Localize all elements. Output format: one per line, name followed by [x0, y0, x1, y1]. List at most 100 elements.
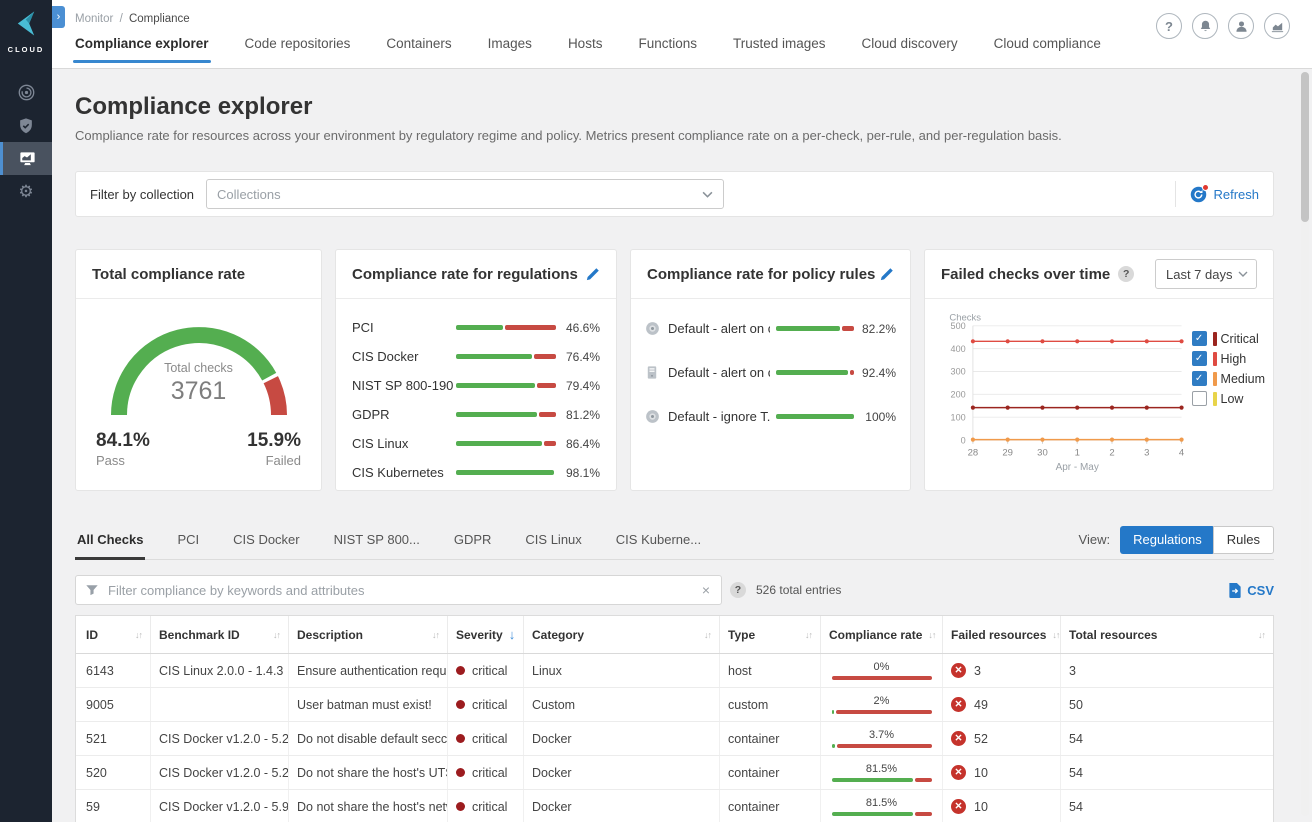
- edit-pencil-icon[interactable]: [879, 267, 894, 282]
- column-header-benchmark-id[interactable]: Benchmark ID↓↑: [151, 616, 289, 653]
- cell-description: User batman must exist!: [289, 688, 448, 721]
- legend-item-low[interactable]: Low: [1192, 391, 1265, 406]
- sidebar-item-shield[interactable]: [0, 109, 52, 142]
- column-header-id[interactable]: ID↓↑: [76, 616, 151, 653]
- legend-checkbox[interactable]: ✓: [1192, 331, 1207, 346]
- tab-trusted-images[interactable]: Trusted images: [733, 36, 826, 63]
- regulation-row-nist-sp-800-190[interactable]: NIST SP 800-19079.4%: [352, 371, 600, 400]
- column-header-category[interactable]: Category↓↑: [524, 616, 720, 653]
- legend-checkbox[interactable]: [1192, 391, 1207, 406]
- check-tab-cis-kuberne[interactable]: CIS Kuberne...: [614, 524, 703, 559]
- column-header-type[interactable]: Type↓↑: [720, 616, 821, 653]
- legend-item-high[interactable]: ✓High: [1192, 351, 1265, 366]
- check-tab-cis-linux[interactable]: CIS Linux: [523, 524, 583, 559]
- legend-checkbox[interactable]: ✓: [1192, 351, 1207, 366]
- regulation-row-gdpr[interactable]: GDPR81.2%: [352, 400, 600, 429]
- cell-failed-resources: ✕49: [943, 688, 1061, 721]
- monitor-icon: [18, 149, 37, 168]
- tab-cloud-discovery[interactable]: Cloud discovery: [862, 36, 958, 63]
- breadcrumb-parent[interactable]: Monitor: [75, 13, 113, 25]
- sidebar-item-radar[interactable]: [0, 76, 52, 109]
- time-range-select[interactable]: Last 7 days: [1155, 259, 1257, 289]
- clear-filter-icon[interactable]: ×: [700, 582, 712, 598]
- policy-rule-row[interactable]: Default - alert on c...82.2%: [645, 321, 896, 336]
- cards-row: Total compliance rate Total checks 3761: [75, 249, 1274, 491]
- cell-total-resources: 54: [1061, 790, 1273, 822]
- sidebar-item-monitor[interactable]: [0, 142, 52, 175]
- table-row-59[interactable]: 59CIS Docker v1.2.0 - 5.9Do not share th…: [76, 790, 1273, 822]
- tab-functions[interactable]: Functions: [638, 36, 697, 63]
- tab-containers[interactable]: Containers: [386, 36, 451, 63]
- check-tabs: All Checks PCI CIS Docker NIST SP 800... GDP…: [75, 524, 1274, 560]
- failed-stat: 15.9% Failed: [247, 430, 301, 468]
- user-icon[interactable]: [1228, 13, 1254, 39]
- policy-rule-row[interactable]: Default - ignore T...100%: [645, 409, 896, 424]
- tab-code-repositories[interactable]: Code repositories: [245, 36, 351, 63]
- regulations-card: Compliance rate for regulations PCI46.6%…: [335, 249, 617, 491]
- column-header-compliance-rate[interactable]: Compliance rate↓↑: [821, 616, 943, 653]
- tab-images[interactable]: Images: [488, 36, 532, 63]
- edit-pencil-icon[interactable]: [585, 267, 600, 282]
- cell-total-resources: 50: [1061, 688, 1273, 721]
- regulation-row-cis-docker[interactable]: CIS Docker76.4%: [352, 342, 600, 371]
- radar-icon: [17, 83, 36, 102]
- policy-rule-label: Default - alert on c...: [668, 321, 770, 336]
- collections-placeholder: Collections: [217, 187, 281, 202]
- regulation-row-cis-linux[interactable]: CIS Linux86.4%: [352, 429, 600, 458]
- cell-description: Ensure authentication required fo...: [289, 654, 448, 687]
- severity-text: critical: [472, 800, 507, 814]
- cell-severity: critical: [448, 756, 524, 789]
- check-tab-all-checks[interactable]: All Checks: [75, 524, 145, 559]
- legend-checkbox[interactable]: ✓: [1192, 371, 1207, 386]
- sidebar-expand-button[interactable]: ›: [52, 6, 65, 28]
- help-icon[interactable]: ?: [1156, 13, 1182, 39]
- table-row-521[interactable]: 521CIS Docker v1.2.0 - 5.21Do not disabl…: [76, 722, 1273, 756]
- shield-icon: [17, 117, 35, 135]
- failed-badge-icon: ✕: [951, 697, 966, 712]
- view-button-regulations[interactable]: Regulations: [1120, 526, 1215, 554]
- legend-item-critical[interactable]: ✓Critical: [1192, 331, 1265, 346]
- check-tab-gdpr[interactable]: GDPR: [452, 524, 494, 559]
- scrollbar-thumb[interactable]: [1301, 72, 1309, 222]
- legend-item-medium[interactable]: ✓Medium: [1192, 371, 1265, 386]
- notifications-icon[interactable]: [1192, 13, 1218, 39]
- collections-select[interactable]: Collections: [206, 179, 724, 209]
- check-tab-cis-docker[interactable]: CIS Docker: [231, 524, 301, 559]
- cell-total-resources: 54: [1061, 722, 1273, 755]
- sidebar-item-gear[interactable]: ⚙: [0, 175, 52, 208]
- check-tab-nist-sp-800[interactable]: NIST SP 800...: [332, 524, 422, 559]
- regulation-row-pci[interactable]: PCI46.6%: [352, 313, 600, 342]
- csv-export-button[interactable]: CSV: [1228, 583, 1274, 598]
- refresh-button[interactable]: Refresh: [1190, 186, 1259, 203]
- tab-hosts[interactable]: Hosts: [568, 36, 603, 63]
- regulation-value: 46.6%: [556, 321, 600, 335]
- compliance-bar: [776, 414, 854, 419]
- compliance-bar: [456, 325, 556, 330]
- stats-icon[interactable]: [1264, 13, 1290, 39]
- tab-compliance-explorer[interactable]: Compliance explorer: [75, 36, 209, 63]
- tab-cloud-compliance[interactable]: Cloud compliance: [994, 36, 1101, 63]
- check-tab-pci[interactable]: PCI: [175, 524, 201, 559]
- severity-text: critical: [472, 732, 507, 746]
- table-row-6143[interactable]: 6143CIS Linux 2.0.0 - 1.4.3Ensure authen…: [76, 654, 1273, 688]
- table-row-520[interactable]: 520CIS Docker v1.2.0 - 5.20Do not share …: [76, 756, 1273, 790]
- filter-help-icon[interactable]: ?: [730, 582, 746, 598]
- time-range-value: Last 7 days: [1166, 267, 1233, 282]
- view-label: View:: [1079, 532, 1111, 547]
- policy-rule-row[interactable]: Default - alert on c...92.4%: [645, 365, 896, 380]
- view-button-rules[interactable]: Rules: [1213, 526, 1274, 554]
- column-header-description[interactable]: Description↓↑: [289, 616, 448, 653]
- refresh-icon: [1190, 186, 1207, 203]
- compliance-filter-input[interactable]: [106, 582, 700, 599]
- column-header-total-resources[interactable]: Total resources↓↑: [1061, 616, 1273, 653]
- regulation-row-cis-kubernetes[interactable]: CIS Kubernetes98.1%: [352, 458, 600, 487]
- help-badge-icon[interactable]: ?: [1118, 266, 1134, 282]
- table-row-9005[interactable]: 9005User batman must exist!criticalCusto…: [76, 688, 1273, 722]
- cell-id: 521: [76, 722, 151, 755]
- column-header-failed-resources[interactable]: Failed resources↓↑: [943, 616, 1061, 653]
- svg-text:100: 100: [951, 412, 966, 422]
- failed-count: 10: [974, 800, 988, 814]
- cell-type: host: [720, 654, 821, 687]
- table-toolbar: × ? 526 total entries CSV: [75, 575, 1274, 605]
- column-header-severity[interactable]: Severity↓: [448, 616, 524, 653]
